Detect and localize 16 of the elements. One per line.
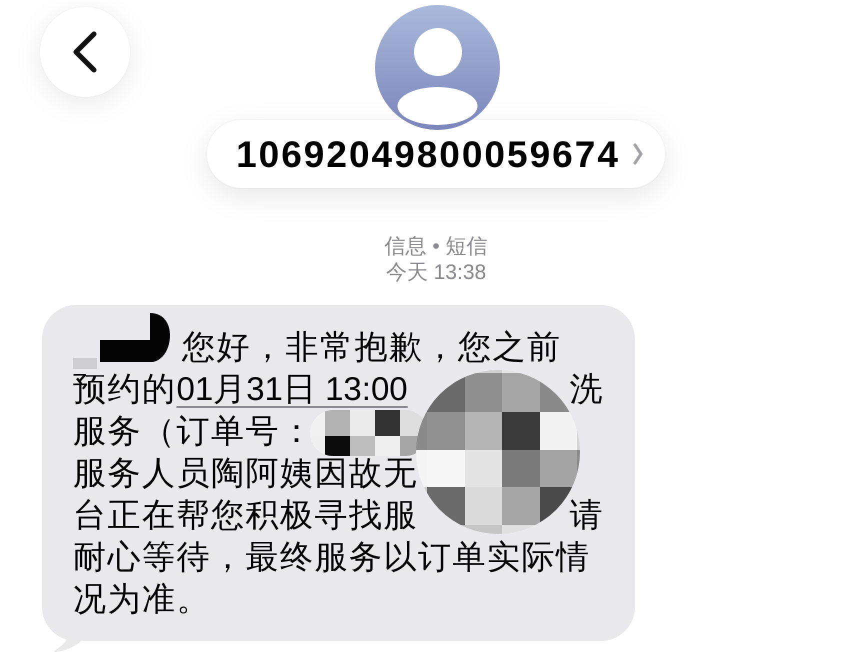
back-icon bbox=[72, 31, 98, 73]
message-service-label: 信息 • 短信 bbox=[384, 234, 488, 260]
message-text: 服务人员陶阿姨因故无 bbox=[73, 453, 418, 493]
message-text: 况为准。 bbox=[73, 579, 211, 619]
message-text: 耐心等待，最终服务以订单实际情 bbox=[73, 537, 590, 577]
message-text: 洗 bbox=[570, 369, 604, 409]
message-text: 您好，非常抱歉，您之前 bbox=[182, 327, 562, 367]
message-timestamp: 今天 13:38 bbox=[386, 260, 486, 286]
message-text: 请 bbox=[570, 495, 604, 535]
message-text: 台正在帮您积极寻找服 bbox=[73, 495, 418, 535]
chevron-right-icon bbox=[632, 143, 643, 165]
contact-avatar-icon[interactable] bbox=[374, 5, 500, 130]
date-link[interactable]: 01月31日 13:00 bbox=[176, 368, 408, 410]
message-text: 预约的 bbox=[73, 369, 176, 409]
contact-button[interactable]: 10692049800059674 bbox=[207, 120, 665, 188]
message-text: 服务（订单号： bbox=[73, 411, 314, 451]
